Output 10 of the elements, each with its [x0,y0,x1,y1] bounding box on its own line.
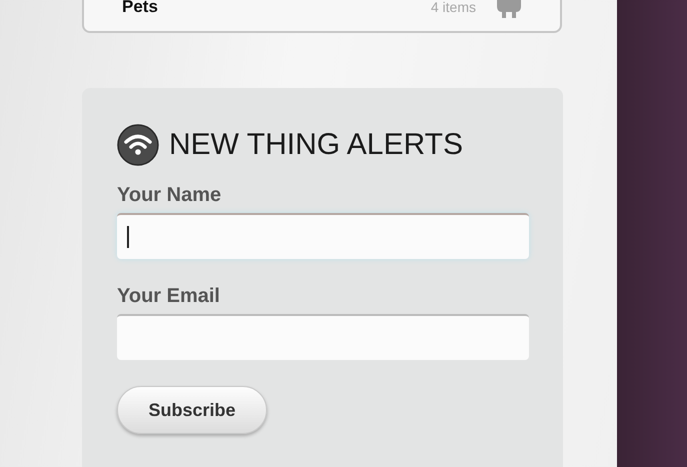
category-card[interactable]: Pets 4 items [82,0,562,33]
field-label: Your Name [117,184,222,207]
input-field[interactable] [117,314,529,360]
panel-title: NEW THING ALERTS [169,128,463,162]
field-label: Your Email [117,285,221,308]
subscribe-button[interactable]: Subscribe [117,386,267,434]
feed-icon [117,124,159,166]
item-count: 4 items [430,0,476,14]
input-field[interactable] [117,213,529,259]
category-name: Pets [122,0,158,14]
